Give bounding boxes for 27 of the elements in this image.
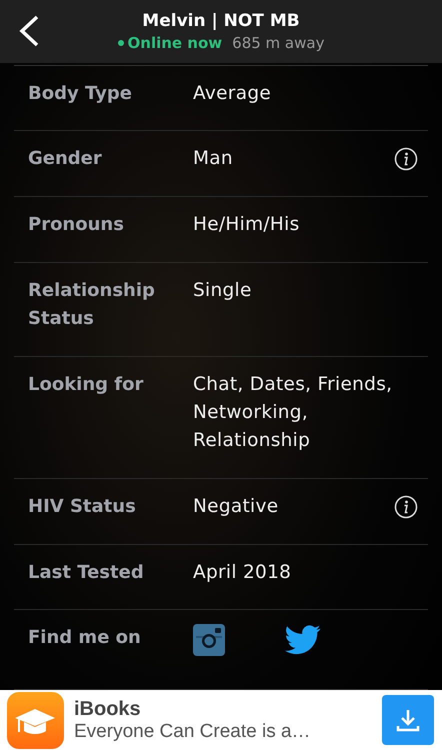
field-label: Gender	[28, 147, 103, 172]
distance: 685 m away	[232, 34, 324, 52]
field-value: Man	[193, 147, 234, 172]
download-icon	[395, 707, 421, 734]
info-icon[interactable]	[394, 147, 418, 172]
field-value: He/Him/His	[193, 213, 301, 238]
field-label: Find me on	[28, 626, 142, 650]
field-label: Last Tested	[28, 561, 145, 586]
online-status: Online now	[128, 34, 222, 52]
field-label: HIV Status	[28, 495, 137, 520]
ad-subtitle: Everyone Can Create is a…	[74, 720, 312, 743]
field-value: April 2018	[193, 561, 292, 586]
field-value: Chat, Dates, Friends, Networking, Relationship	[193, 373, 394, 454]
info-icon[interactable]	[394, 495, 418, 520]
download-button[interactable]	[382, 695, 434, 746]
field-label: Pronouns	[28, 213, 125, 238]
ad-title: iBooks	[74, 698, 142, 721]
bird-icon[interactable]	[285, 625, 321, 656]
profile-name: Melvin | NOT MB	[142, 11, 300, 32]
field-label: Body Type	[28, 82, 133, 106]
field-value: Average	[193, 82, 272, 106]
instagram-icon[interactable]	[193, 624, 225, 656]
field-value: Single	[193, 279, 253, 304]
field-label: Relationship Status	[28, 279, 156, 332]
field-value: Negative	[193, 495, 280, 520]
online-dot	[118, 40, 124, 46]
field-label: Looking for	[28, 373, 144, 398]
